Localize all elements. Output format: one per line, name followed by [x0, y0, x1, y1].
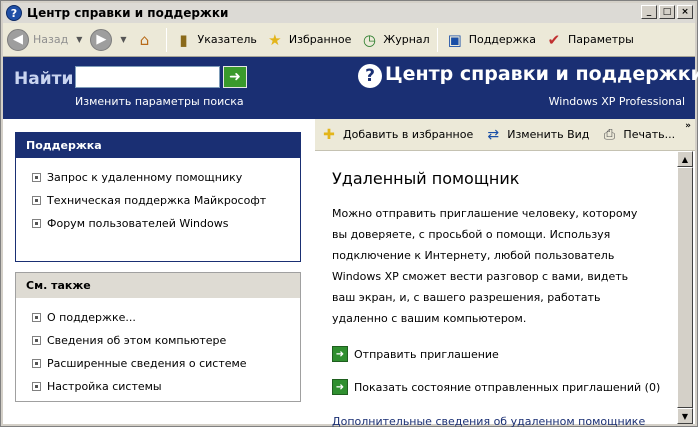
invitation-status-link[interactable]: ➜ Показать состояние отправленных пригла… [332, 379, 677, 395]
support-link-forum[interactable]: Форум пользователей Windows [16, 212, 300, 235]
see-also-link-list: О поддержке... Сведения об этом компьюте… [16, 298, 300, 398]
see-also-heading: См. также [16, 273, 300, 298]
maximize-button[interactable]: □ [659, 5, 675, 19]
see-also-link-advanced-info[interactable]: Расширенные сведения о системе [16, 352, 300, 375]
help-center-title: Центр справки и поддержки [385, 63, 698, 85]
link-label: Техническая поддержка Майкрософт [47, 194, 267, 207]
bullet-icon [32, 173, 41, 182]
home-icon: ⌂ [139, 30, 150, 49]
back-dropdown-icon[interactable]: ▼ [76, 35, 82, 44]
print-button[interactable]: ⎙ Печать... [599, 125, 675, 145]
link-label: О поддержке... [47, 311, 136, 324]
home-button[interactable]: ⌂ [131, 26, 163, 54]
forward-dropdown-icon[interactable]: ▼ [120, 35, 126, 44]
send-invitation-link[interactable]: ➜ Отправить приглашение [332, 346, 677, 362]
scroll-up-icon[interactable]: ▲ [677, 151, 693, 167]
change-view-label: Изменить Вид [507, 128, 590, 141]
vertical-scrollbar[interactable]: ▲ ▼ [677, 151, 693, 424]
support-icon: ▣ [447, 30, 462, 49]
support-link-remote-assistance[interactable]: Запрос к удаленному помощнику [16, 166, 300, 189]
search-input[interactable] [75, 66, 220, 88]
support-label: Поддержка [468, 33, 536, 46]
content-toolbar: ✚ Добавить в избранное ⇄ Изменить Вид ⎙ … [315, 119, 695, 151]
toolbar-separator [436, 27, 438, 52]
link-label: Сведения об этом компьютере [47, 334, 227, 347]
scroll-thumb[interactable] [677, 167, 693, 408]
close-button[interactable]: × [677, 5, 693, 19]
support-panel-heading: Поддержка [16, 133, 300, 158]
support-button[interactable]: ▣ Поддержка [441, 26, 540, 54]
printer-icon: ⎙ [603, 126, 616, 143]
checklist-icon: ✔ [547, 30, 561, 49]
history-label: Журнал [383, 33, 430, 46]
options-label: Параметры [567, 33, 634, 46]
history-button[interactable]: ◷ Журнал [355, 26, 433, 54]
back-arrow-icon: ◀ [7, 28, 29, 51]
see-also-link-about-support[interactable]: О поддержке... [16, 306, 300, 329]
favorites-button[interactable]: ★ Избранное [261, 26, 355, 54]
bullet-icon [32, 336, 41, 345]
green-arrow-icon: ➜ [332, 346, 348, 362]
add-favorites-label: Добавить в избранное [343, 128, 474, 141]
search-banner: Найти ➜ Изменить параметры поиска ? Цент… [3, 57, 698, 119]
toolbar-separator [165, 27, 167, 52]
link-label: Расширенные сведения о системе [47, 357, 247, 370]
green-arrow-icon: ➜ [332, 379, 348, 395]
article: Удаленный помощник Можно отправить пригл… [315, 151, 677, 427]
help-center-window: ? Центр справки и поддержки _ □ × ◀ Наза… [0, 0, 698, 427]
title-bar[interactable]: ? Центр справки и поддержки _ □ × [3, 3, 695, 23]
bullet-icon [32, 219, 41, 228]
add-to-favorites-button[interactable]: ✚ Добавить в избранное [319, 125, 473, 145]
index-button[interactable]: ▮ Указатель [170, 26, 261, 54]
bullet-icon [32, 196, 41, 205]
support-panel: Поддержка Запрос к удаленному помощнику … [15, 132, 301, 262]
see-also-panel: См. также О поддержке... Сведения об это… [15, 272, 301, 402]
help-logo-icon: ? [358, 64, 382, 88]
bullet-icon [32, 359, 41, 368]
change-view-icon: ⇄ [487, 126, 500, 143]
support-link-microsoft[interactable]: Техническая поддержка Майкрософт [16, 189, 300, 212]
bullet-icon [32, 313, 41, 322]
main-toolbar: ◀ Назад ▼ ▶ ▼ ⌂ ▮ Указатель ★ Избранное … [3, 23, 695, 57]
windows-edition: Windows XP Professional [548, 95, 685, 108]
search-options-link[interactable]: Изменить параметры поиска [75, 95, 244, 108]
bullet-icon [32, 382, 41, 391]
options-button[interactable]: ✔ Параметры [540, 26, 638, 54]
left-pane: Поддержка Запрос к удаленному помощнику … [3, 119, 315, 424]
add-favorite-icon: ✚ [323, 126, 335, 143]
action-label: Показать состояние отправленных приглаше… [354, 380, 661, 394]
change-view-button[interactable]: ⇄ Изменить Вид [483, 125, 589, 145]
toolbar-overflow-icon[interactable]: » [685, 121, 691, 131]
main-content: Поддержка Запрос к удаленному помощнику … [3, 119, 695, 427]
more-info-link[interactable]: Дополнительные сведения об удаленном пом… [332, 415, 677, 427]
see-also-link-system-config[interactable]: Настройка системы [16, 375, 300, 398]
window-controls: _ □ × [641, 5, 693, 19]
minimize-button[interactable]: _ [641, 5, 657, 19]
help-app-icon: ? [6, 5, 22, 21]
right-pane: ✚ Добавить в избранное ⇄ Изменить Вид ⎙ … [315, 119, 695, 427]
go-arrow-icon: ➜ [229, 69, 241, 85]
link-label: Настройка системы [47, 380, 162, 393]
star-icon: ★ [268, 30, 282, 49]
index-label: Указатель [197, 33, 257, 46]
support-link-list: Запрос к удаленному помощнику Техническа… [16, 158, 300, 235]
print-label: Печать... [623, 128, 676, 141]
book-icon: ▮ [179, 30, 188, 49]
window-title: Центр справки и поддержки [27, 6, 229, 20]
forward-arrow-icon: ▶ [90, 28, 113, 51]
link-label: Запрос к удаленному помощнику [47, 171, 243, 184]
favorites-label: Избранное [288, 33, 352, 46]
see-also-link-computer-info[interactable]: Сведения об этом компьютере [16, 329, 300, 352]
article-heading: Удаленный помощник [332, 169, 520, 188]
article-body: Можно отправить приглашение человеку, ко… [332, 207, 638, 325]
action-label: Отправить приглашение [354, 347, 499, 361]
search-go-button[interactable]: ➜ [223, 66, 247, 88]
link-label: Форум пользователей Windows [47, 217, 229, 230]
find-label: Найти [14, 69, 74, 89]
scroll-down-icon[interactable]: ▼ [677, 408, 693, 424]
back-button[interactable]: ◀ Назад [3, 26, 72, 54]
forward-button[interactable]: ▶ [86, 26, 116, 54]
back-label: Назад [33, 33, 69, 46]
history-clock-icon: ◷ [362, 30, 376, 49]
